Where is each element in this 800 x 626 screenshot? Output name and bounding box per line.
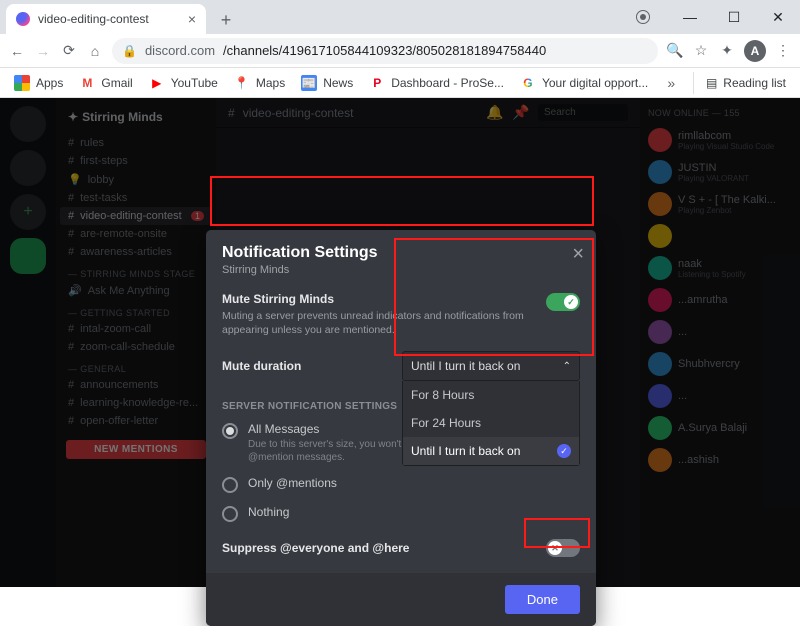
chrome-account-icon[interactable]: [636, 10, 650, 24]
suppress-everyone-label: Suppress @everyone and @here: [222, 541, 536, 555]
check-icon: ✓: [564, 295, 578, 309]
maps-icon: 📍: [234, 75, 250, 91]
bookmarks-overflow-icon[interactable]: »: [662, 75, 680, 91]
bookmarks-bar: Apps MGmail ▶YouTube 📍Maps 📰News PDashbo…: [0, 68, 800, 98]
mute-server-label: Mute Stirring Minds: [222, 292, 536, 306]
bookmark-gmail[interactable]: MGmail: [73, 71, 138, 95]
radio-nothing[interactable]: Nothing: [206, 499, 596, 528]
nav-forward-button: →: [34, 43, 52, 59]
news-icon: 📰: [301, 75, 317, 91]
tab-close-icon[interactable]: ×: [188, 11, 196, 27]
check-icon: ✓: [557, 444, 571, 458]
bookmark-star-icon[interactable]: ☆: [692, 42, 710, 59]
reading-list-button[interactable]: ▤Reading list: [693, 72, 792, 94]
pinterest-icon: P: [369, 75, 385, 91]
url-host: discord.com: [145, 43, 215, 58]
radio-only-mentions[interactable]: Only @mentions: [206, 470, 596, 499]
modal-title: Notification Settings: [222, 244, 580, 262]
bookmark-google[interactable]: GYour digital opport...: [514, 71, 654, 95]
discord-favicon: [16, 12, 30, 26]
profile-avatar[interactable]: A: [744, 40, 766, 62]
address-bar: ← → ⟳ ⌂ 🔒 discord.com/channels/419617105…: [0, 34, 800, 68]
suppress-everyone-toggle[interactable]: ✕: [546, 539, 580, 557]
bookmark-maps[interactable]: 📍Maps: [228, 71, 291, 95]
window-minimize-button[interactable]: —: [668, 2, 712, 32]
url-path: /channels/419617105844109323/80502818189…: [223, 43, 546, 58]
duration-option-selected[interactable]: Until I turn it back on✓: [403, 437, 579, 465]
modal-close-button[interactable]: ×: [572, 244, 584, 264]
mute-duration-label: Mute duration: [222, 359, 392, 373]
reading-list-icon: ▤: [706, 76, 717, 90]
zoom-icon[interactable]: 🔍: [666, 42, 684, 59]
omnibox[interactable]: 🔒 discord.com/channels/41961710584410932…: [112, 38, 658, 64]
new-tab-button[interactable]: +: [212, 6, 240, 34]
youtube-icon: ▶: [149, 75, 165, 91]
radio-icon: [222, 423, 238, 439]
apps-icon: [14, 75, 30, 91]
window-close-button[interactable]: ✕: [756, 2, 800, 32]
chrome-menu-icon[interactable]: ⋮: [774, 42, 792, 59]
browser-tab[interactable]: video-editing-contest ×: [6, 4, 206, 34]
gmail-icon: M: [79, 75, 95, 91]
google-icon: G: [520, 75, 536, 91]
bookmark-youtube[interactable]: ▶YouTube: [143, 71, 224, 95]
lock-icon: 🔒: [122, 44, 137, 58]
discord-viewport: + ✦Stirring Minds #rules#first-steps💡lob…: [0, 98, 800, 587]
nav-back-button[interactable]: ←: [8, 43, 26, 59]
nav-home-button[interactable]: ⌂: [86, 43, 104, 59]
nav-reload-button[interactable]: ⟳: [60, 42, 78, 59]
window-titlebar: video-editing-contest × + — ☐ ✕: [0, 0, 800, 34]
mute-server-toggle[interactable]: ✓: [546, 293, 580, 311]
duration-option[interactable]: For 24 Hours: [403, 409, 579, 437]
bookmark-news[interactable]: 📰News: [295, 71, 359, 95]
mute-server-description: Muting a server prevents unread indicato…: [222, 309, 536, 337]
tab-title: video-editing-contest: [38, 12, 180, 26]
notification-settings-modal: Notification Settings Stirring Minds × M…: [206, 230, 596, 626]
mute-duration-dropdown: For 8 Hours For 24 Hours Until I turn it…: [402, 381, 580, 466]
modal-subtitle: Stirring Minds: [222, 264, 580, 276]
duration-option[interactable]: For 8 Hours: [403, 381, 579, 409]
bookmark-apps[interactable]: Apps: [8, 71, 69, 95]
radio-icon: [222, 506, 238, 522]
extensions-icon[interactable]: ✦: [718, 42, 736, 59]
x-icon: ✕: [548, 541, 562, 555]
bookmark-pinterest[interactable]: PDashboard - ProSe...: [363, 71, 510, 95]
mute-duration-select[interactable]: Until I turn it back on ⌃ For 8 Hours Fo…: [402, 351, 580, 381]
radio-icon: [222, 477, 238, 493]
mute-duration-selected: Until I turn it back on: [411, 359, 520, 373]
done-button[interactable]: Done: [505, 585, 580, 614]
window-maximize-button[interactable]: ☐: [712, 2, 756, 32]
chevron-up-icon: ⌃: [563, 361, 571, 372]
